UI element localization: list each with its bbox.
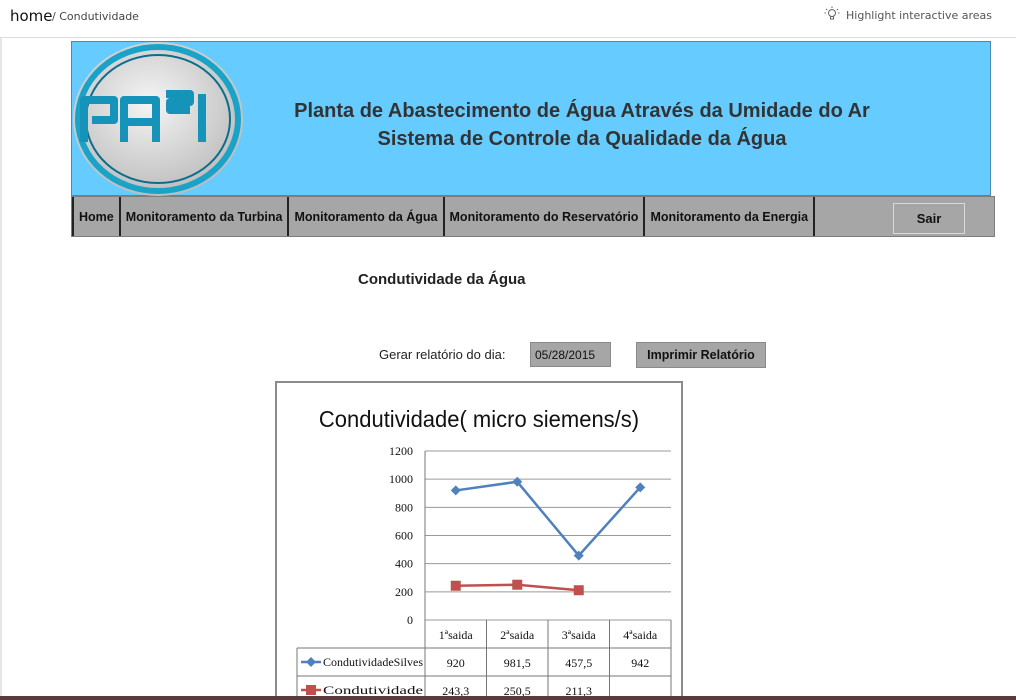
- chart-title: Condutividade( micro siemens/s): [319, 407, 639, 433]
- data-label: 981,5: [504, 656, 531, 670]
- nav-water-monitoring[interactable]: Monitoramento da Água: [289, 197, 445, 236]
- report-date-label: Gerar relatório do dia:: [379, 347, 506, 362]
- y-tick-label: 400: [395, 557, 413, 571]
- data-label: 942: [631, 656, 649, 670]
- legend-label: CondutividadeSilves: [323, 655, 423, 669]
- data-point: [573, 585, 584, 596]
- conductivity-chart: Condutividade( micro siemens/s) 0 200 400 60…: [275, 381, 683, 700]
- highlight-label: Highlight interactive areas: [846, 9, 992, 22]
- logout-button[interactable]: Sair: [893, 203, 965, 234]
- nav-turbine-monitoring[interactable]: Monitoramento da Turbina: [121, 197, 290, 236]
- x-tick-label: 1ªsaida: [439, 628, 474, 642]
- x-tick-label: 2ªsaida: [500, 628, 535, 642]
- breadcrumb-current: / Condutividade: [52, 10, 139, 23]
- report-date-field[interactable]: [530, 342, 611, 367]
- nav-home[interactable]: Home: [72, 197, 121, 236]
- banner-title-line1: Planta de Abastecimento de Água Através …: [294, 100, 870, 122]
- lightbulb-icon: [824, 6, 840, 25]
- header-banner: Planta de Abastecimento de Água Através …: [71, 41, 991, 196]
- data-point: [450, 485, 461, 496]
- nav-energy-monitoring[interactable]: Monitoramento da Energia: [645, 197, 816, 236]
- banner-title-line2: Sistema de Controle da Qualidade da Água: [377, 128, 787, 150]
- chart-svg: Condutividade( micro siemens/s) 0 200 400 60…: [296, 407, 672, 700]
- legend-label: Condutividade: [323, 683, 423, 697]
- main-nav: Home Monitoramento da Turbina Monitorame…: [71, 196, 995, 237]
- data-label: 457,5: [565, 656, 592, 670]
- legend-marker: [306, 657, 316, 667]
- logo: [72, 42, 247, 197]
- data-point: [512, 579, 523, 590]
- y-tick-label: 0: [407, 613, 413, 627]
- nav-reservoir-monitoring[interactable]: Monitoramento do Reservatório: [445, 197, 646, 236]
- print-report-button[interactable]: Imprimir Relatório: [636, 342, 766, 368]
- highlight-interactive-toggle[interactable]: Highlight interactive areas: [824, 6, 992, 25]
- series-line: [455, 480, 642, 558]
- banner-title: Planta de Abastecimento de Água Através …: [252, 97, 912, 153]
- legend-marker: [306, 685, 316, 695]
- x-tick-label: 4ªsaida: [623, 628, 658, 642]
- y-tick-label: 800: [395, 500, 413, 514]
- y-tick-label: 1200: [389, 444, 413, 458]
- data-point: [450, 580, 461, 591]
- bottom-edge: [0, 696, 1016, 700]
- x-tick-label: 3ªsaida: [562, 628, 597, 642]
- y-tick-label: 600: [395, 529, 413, 543]
- top-bar: home / Condutividade Highlight interacti…: [0, 0, 1016, 38]
- page-title: Condutividade da Água: [358, 271, 526, 288]
- data-label: 920: [447, 656, 465, 670]
- left-border: [0, 38, 2, 700]
- breadcrumb-home[interactable]: home: [10, 7, 53, 25]
- y-tick-label: 1000: [389, 472, 413, 486]
- y-tick-label: 200: [395, 585, 413, 599]
